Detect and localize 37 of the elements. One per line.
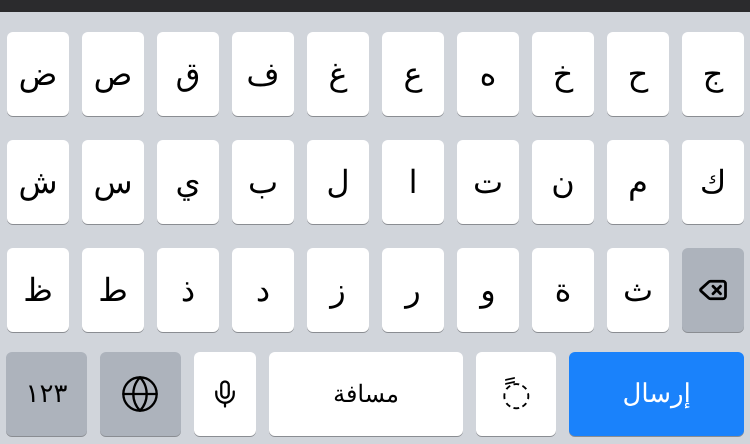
- key[interactable]: س: [82, 140, 144, 224]
- key[interactable]: ش: [7, 140, 69, 224]
- key[interactable]: م: [607, 140, 669, 224]
- key[interactable]: ظ: [7, 248, 69, 332]
- key[interactable]: ل: [307, 140, 369, 224]
- key[interactable]: ف: [232, 32, 294, 116]
- key[interactable]: ت: [457, 140, 519, 224]
- key[interactable]: ح: [607, 32, 669, 116]
- key[interactable]: ج: [682, 32, 744, 116]
- send-key[interactable]: إرسال: [569, 352, 744, 436]
- key[interactable]: ب: [232, 140, 294, 224]
- key[interactable]: ا: [382, 140, 444, 224]
- key[interactable]: ك: [682, 140, 744, 224]
- key[interactable]: ط: [82, 248, 144, 332]
- numbers-key[interactable]: ١٢٣: [6, 352, 87, 436]
- key[interactable]: خ: [532, 32, 594, 116]
- microphone-key[interactable]: [194, 352, 256, 436]
- globe-icon: [120, 374, 160, 414]
- key[interactable]: ع: [382, 32, 444, 116]
- key[interactable]: د: [232, 248, 294, 332]
- key[interactable]: ض: [7, 32, 69, 116]
- key[interactable]: و: [457, 248, 519, 332]
- key[interactable]: ر: [382, 248, 444, 332]
- key[interactable]: ذ: [157, 248, 219, 332]
- key[interactable]: ز: [307, 248, 369, 332]
- key[interactable]: ن: [532, 140, 594, 224]
- key[interactable]: غ: [307, 32, 369, 116]
- key[interactable]: ه: [457, 32, 519, 116]
- backspace-key[interactable]: [682, 248, 744, 332]
- globe-key[interactable]: [100, 352, 181, 436]
- space-key[interactable]: مسافة: [268, 352, 464, 436]
- key[interactable]: ي: [157, 140, 219, 224]
- key[interactable]: ث: [607, 248, 669, 332]
- key[interactable]: ق: [157, 32, 219, 116]
- key[interactable]: ة: [532, 248, 594, 332]
- diacritic-key[interactable]: ◌ً: [476, 352, 556, 436]
- key[interactable]: ص: [82, 32, 144, 116]
